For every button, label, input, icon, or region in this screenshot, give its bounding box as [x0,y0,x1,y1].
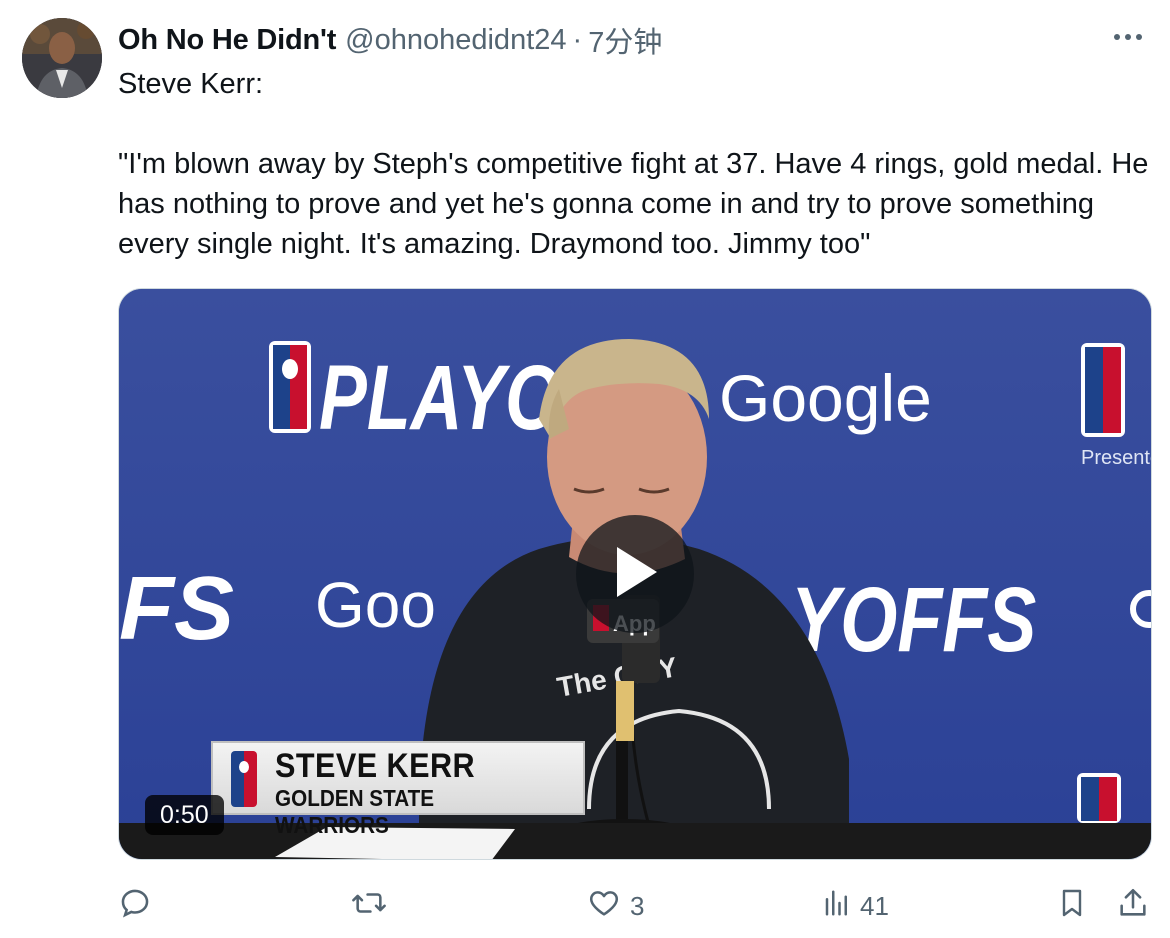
nba-lower-third-logo-icon [231,751,257,807]
views-chart-icon [822,888,852,925]
timestamp[interactable]: 7分钟 [588,19,662,61]
bookmark-icon [1056,885,1088,928]
retweet-icon [350,886,388,927]
retweet-button[interactable] [350,878,396,934]
backdrop-google-text: Google [719,361,932,435]
backdrop-yoffs-text: YOFFS [791,568,1036,671]
video-duration-badge: 0:50 [145,795,224,835]
reply-icon [118,886,152,927]
nba-logo-icon [269,341,311,433]
backdrop-goog-text: Goo [315,569,436,641]
video-player[interactable]: PLAYOFFS Google Presented by FS Goo YOFF… [118,288,1152,860]
views-count: 41 [860,890,889,921]
share-icon [1116,886,1150,927]
tweet-action-bar: 3 41 [0,878,1170,934]
backdrop-presented-text: Presented by [1081,447,1152,469]
tweet-text: Steve Kerr: "I'm blown away by Steph's c… [118,68,1149,260]
backdrop-fs-text: FS [119,559,234,659]
views-button[interactable]: 41 [822,878,889,934]
nba-logo-right-icon [1081,343,1125,437]
play-button[interactable] [576,515,694,633]
reply-button[interactable] [118,878,160,934]
share-button[interactable] [1116,878,1150,934]
more-options-button[interactable] [1108,22,1148,54]
more-dots-icon [1112,29,1144,47]
display-name[interactable]: Oh No He Didn't [118,24,336,57]
heart-icon [586,886,622,927]
separator-dot: · [572,23,583,56]
lower-third-banner: STEVE KERR GOLDEN STATE WARRIORS [211,741,585,838]
lower-third-team: GOLDEN STATE WARRIORS [275,785,435,838]
play-icon [611,545,659,604]
bookmark-button[interactable] [1056,878,1088,934]
lower-third-name: STEVE KERR [275,747,476,785]
like-button[interactable]: 3 [586,878,644,934]
user-handle[interactable]: @ohnohedidnt24 [345,24,566,57]
avatar[interactable] [22,18,102,98]
tweet-header: Oh No He Didn't @ohnohedidnt24 · 7分钟 [118,20,662,60]
like-count: 3 [630,890,645,921]
